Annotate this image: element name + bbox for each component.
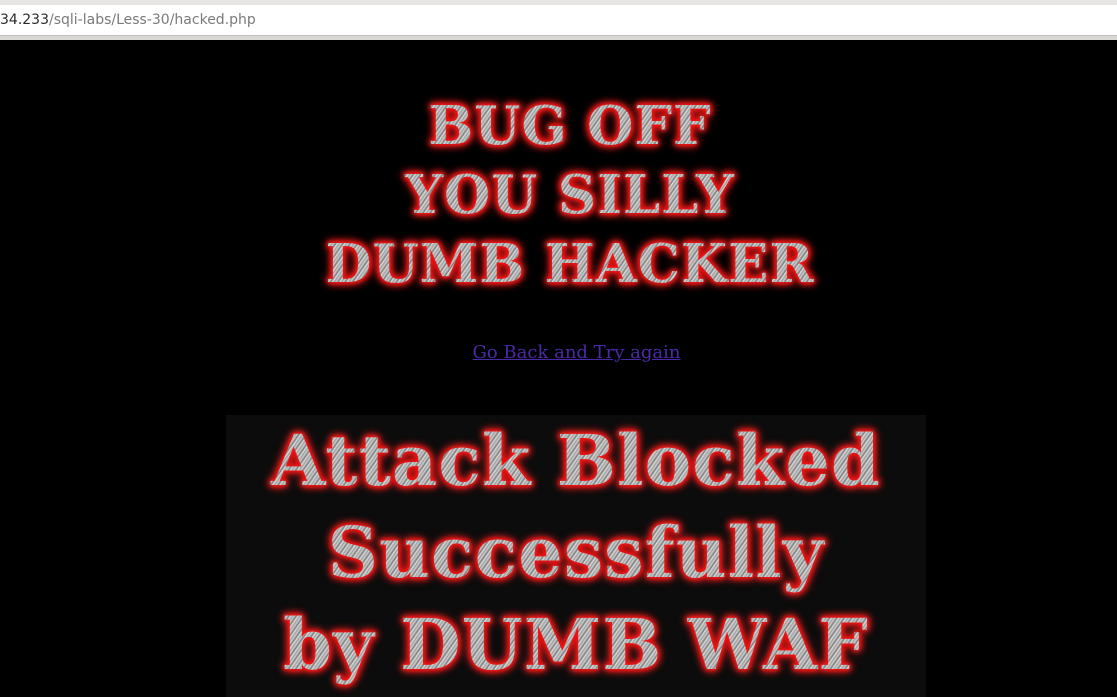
url-host: 34.233 (0, 12, 49, 28)
blocked-line-2: Successfully (327, 511, 825, 594)
attack-blocked-text: Attack Blocked Successfully by DUMB WAF (226, 415, 926, 691)
go-back-link[interactable]: Go Back and Try again (0, 342, 1117, 363)
page-content: BUG OFF YOU SILLY DUMB HACKER Go Back an… (0, 40, 1117, 697)
banner-line-3: DUMB HACKER (325, 233, 815, 295)
blocked-line-1: Attack Blocked (271, 419, 881, 502)
url-path: /sqli-labs/Less-30/hacked.php (49, 12, 256, 28)
blocked-line-3: by DUMB WAF (283, 603, 869, 686)
banner-line-2: YOU SILLY (405, 164, 735, 226)
url-text[interactable]: 34.233/sqli-labs/Less-30/hacked.php (0, 12, 256, 28)
address-bar[interactable]: 34.233/sqli-labs/Less-30/hacked.php (0, 5, 1117, 36)
banner-line-1: BUG OFF (428, 95, 712, 157)
attack-blocked-image: Attack Blocked Successfully by DUMB WAF (226, 415, 926, 697)
bug-off-banner: BUG OFF YOU SILLY DUMB HACKER (260, 92, 880, 299)
